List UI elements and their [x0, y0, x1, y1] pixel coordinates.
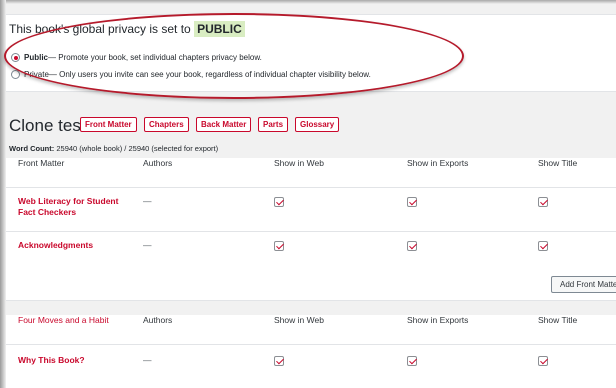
authors-cell: —: [143, 231, 274, 268]
show-title-checkbox[interactable]: [538, 240, 548, 251]
tab-chapters[interactable]: Chapters: [144, 117, 189, 132]
tab-front-matter[interactable]: Front Matter: [80, 117, 137, 132]
table-row: Web Literacy for Student Fact Checkers —: [6, 187, 616, 232]
authors-cell: —: [143, 187, 274, 232]
word-count: Word Count: 25940 (whole book) / 25940 (…: [9, 144, 218, 153]
column-header-front-matter: Front Matter: [6, 158, 143, 188]
show-title-checkbox[interactable]: [538, 196, 548, 207]
show-in-web-checkbox[interactable]: [274, 355, 284, 366]
part-title-link[interactable]: Four Moves and a Habit: [18, 315, 109, 325]
show-title-checkbox[interactable]: [538, 355, 548, 366]
book-title: Clone test: [9, 116, 86, 135]
tab-glossary[interactable]: Glossary: [295, 117, 340, 132]
show-in-web-checkbox[interactable]: [274, 196, 284, 207]
column-header-authors: Authors: [143, 315, 274, 345]
column-header-authors: Authors: [143, 158, 274, 188]
table-row: Why This Book? —: [6, 344, 616, 388]
part-table: Four Moves and a Habit Authors Show in W…: [6, 315, 616, 388]
chapter-link[interactable]: Acknowledgments: [18, 240, 93, 250]
word-count-label: Word Count:: [9, 144, 55, 153]
show-in-exports-checkbox[interactable]: [407, 355, 417, 366]
column-header-show-in-web: Show in Web: [274, 315, 407, 345]
table-header-row: Four Moves and a Habit Authors Show in W…: [6, 315, 616, 345]
add-front-matter-row: [6, 267, 616, 301]
column-header-show-title: Show Title: [538, 315, 616, 345]
section-gap: [6, 301, 616, 315]
annotation-ellipse: [4, 13, 464, 99]
show-in-exports-checkbox[interactable]: [407, 240, 417, 251]
word-count-value: 25940 (whole book) / 25940 (selected for…: [54, 144, 219, 153]
column-header-show-in-web: Show in Web: [274, 158, 407, 188]
tab-parts[interactable]: Parts: [258, 117, 289, 132]
column-header-show-title: Show Title: [538, 158, 616, 188]
chapter-link[interactable]: Web Literacy for Student Fact Checkers: [18, 196, 118, 217]
chapter-link[interactable]: Why This Book?: [18, 355, 85, 365]
show-in-web-checkbox[interactable]: [274, 240, 284, 251]
tab-back-matter[interactable]: Back Matter: [196, 117, 252, 132]
column-header-show-in-exports: Show in Exports: [407, 158, 538, 188]
front-matter-table: Front Matter Authors Show in Web Show in…: [6, 158, 616, 268]
show-in-exports-checkbox[interactable]: [407, 196, 417, 207]
table-header-row: Front Matter Authors Show in Web Show in…: [6, 158, 616, 188]
add-front-matter-button[interactable]: Add Front Matter: [551, 276, 616, 293]
column-header-show-in-exports: Show in Exports: [407, 315, 538, 345]
top-shadow: [0, 0, 616, 4]
authors-cell: —: [143, 344, 274, 388]
table-row: Acknowledgments —: [6, 231, 616, 268]
